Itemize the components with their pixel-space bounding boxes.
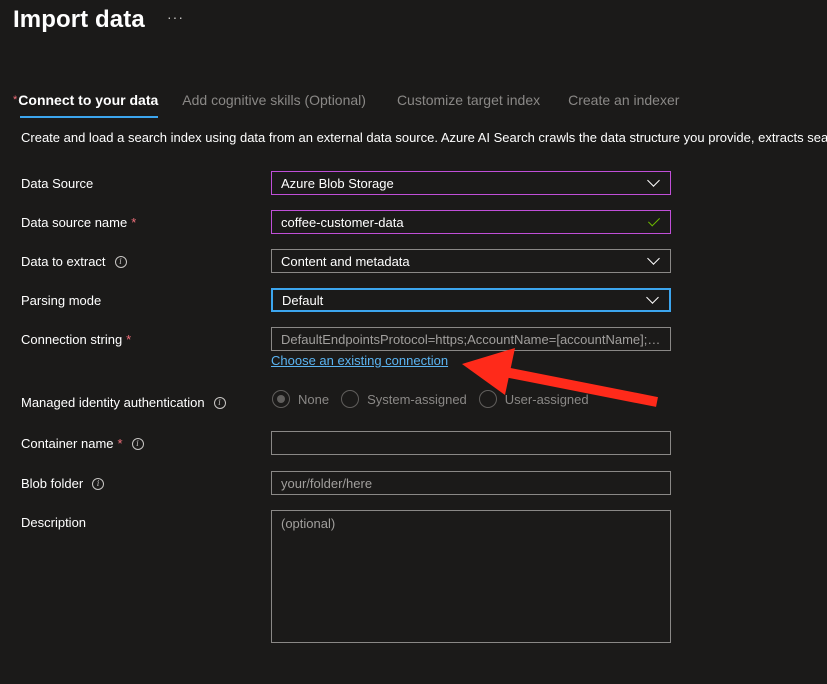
- tab-add-cognitive-skills[interactable]: Add cognitive skills (Optional): [182, 90, 366, 118]
- required-mark: *: [126, 332, 132, 347]
- container-name-input[interactable]: [271, 431, 671, 455]
- tab-customize-target-index[interactable]: Customize target index: [397, 90, 540, 118]
- connection-string-input[interactable]: DefaultEndpointsProtocol=https;AccountNa…: [271, 327, 671, 351]
- description-placeholder: (optional): [281, 516, 336, 531]
- data-source-value: Azure Blob Storage: [281, 175, 394, 191]
- check-icon: [647, 213, 661, 227]
- label-text: Data source name: [21, 215, 128, 230]
- description-label: Description: [21, 515, 86, 530]
- blob-folder-input[interactable]: your/folder/here: [271, 471, 671, 495]
- radio-label: System-assigned: [367, 391, 467, 407]
- data-to-extract-value: Content and metadata: [281, 253, 410, 269]
- managed-identity-radio-group: None System-assigned User-assigned: [272, 390, 601, 408]
- blob-folder-placeholder: your/folder/here: [281, 475, 373, 491]
- radio-user-assigned[interactable]: User-assigned: [478, 390, 589, 408]
- data-source-label: Data Source: [21, 176, 93, 191]
- info-icon[interactable]: i: [213, 396, 226, 409]
- radio-system-assigned[interactable]: System-assigned: [341, 390, 467, 408]
- chevron-down-icon: [646, 291, 659, 304]
- more-options-button[interactable]: ···: [167, 9, 184, 25]
- tab-connect-to-your-data[interactable]: *Connect to your data: [13, 90, 159, 118]
- radio-label: User-assigned: [504, 391, 589, 407]
- tab-create-an-indexer[interactable]: Create an indexer: [568, 90, 679, 118]
- data-source-select[interactable]: Azure Blob Storage: [271, 171, 671, 195]
- label-text: Managed identity authentication: [21, 395, 205, 410]
- required-mark: *: [117, 436, 123, 451]
- data-to-extract-label: Data to extract i: [21, 254, 127, 269]
- radio-circle: [341, 390, 360, 408]
- label-text: Blob folder: [21, 476, 84, 491]
- container-name-label: Container name * i: [21, 436, 144, 451]
- required-mark: *: [13, 94, 18, 106]
- parsing-mode-label: Parsing mode: [21, 293, 101, 308]
- info-icon[interactable]: i: [92, 477, 105, 490]
- choose-existing-connection-link[interactable]: Choose an existing connection: [271, 353, 448, 368]
- intro-text: Create and load a search index using dat…: [21, 130, 827, 145]
- chevron-down-icon: [647, 252, 660, 265]
- radio-circle: [478, 390, 497, 408]
- parsing-mode-value: Default: [282, 292, 324, 308]
- label-text: Description: [21, 515, 87, 530]
- connection-string-value: DefaultEndpointsProtocol=https;AccountNa…: [281, 331, 661, 347]
- page-title: Import data: [13, 6, 145, 33]
- connection-string-label: Connection string *: [21, 332, 131, 347]
- data-source-name-label: Data source name *: [21, 215, 136, 230]
- description-textarea[interactable]: (optional): [271, 510, 671, 643]
- tab-label: Connect to your data: [18, 92, 159, 108]
- data-to-extract-select[interactable]: Content and metadata: [271, 249, 671, 273]
- data-source-name-value: coffee-customer-data: [281, 214, 404, 230]
- managed-identity-label: Managed identity authentication i: [21, 395, 226, 410]
- info-icon[interactable]: i: [114, 255, 127, 268]
- chevron-down-icon: [647, 174, 660, 187]
- radio-none[interactable]: None: [272, 390, 329, 408]
- label-text: Data Source: [21, 176, 94, 191]
- data-source-name-input[interactable]: coffee-customer-data: [271, 210, 671, 234]
- info-icon[interactable]: i: [131, 437, 144, 450]
- label-text: Data to extract: [21, 254, 106, 269]
- radio-label: None: [298, 391, 330, 407]
- label-text: Container name: [21, 436, 114, 451]
- parsing-mode-select[interactable]: Default: [271, 288, 671, 312]
- radio-circle: [272, 390, 290, 408]
- label-text: Parsing mode: [21, 293, 102, 308]
- wizard-tabs: *Connect to your data Add cognitive skil…: [13, 90, 679, 118]
- blob-folder-label: Blob folder i: [21, 476, 105, 491]
- label-text: Connection string: [21, 332, 123, 347]
- required-mark: *: [131, 215, 137, 230]
